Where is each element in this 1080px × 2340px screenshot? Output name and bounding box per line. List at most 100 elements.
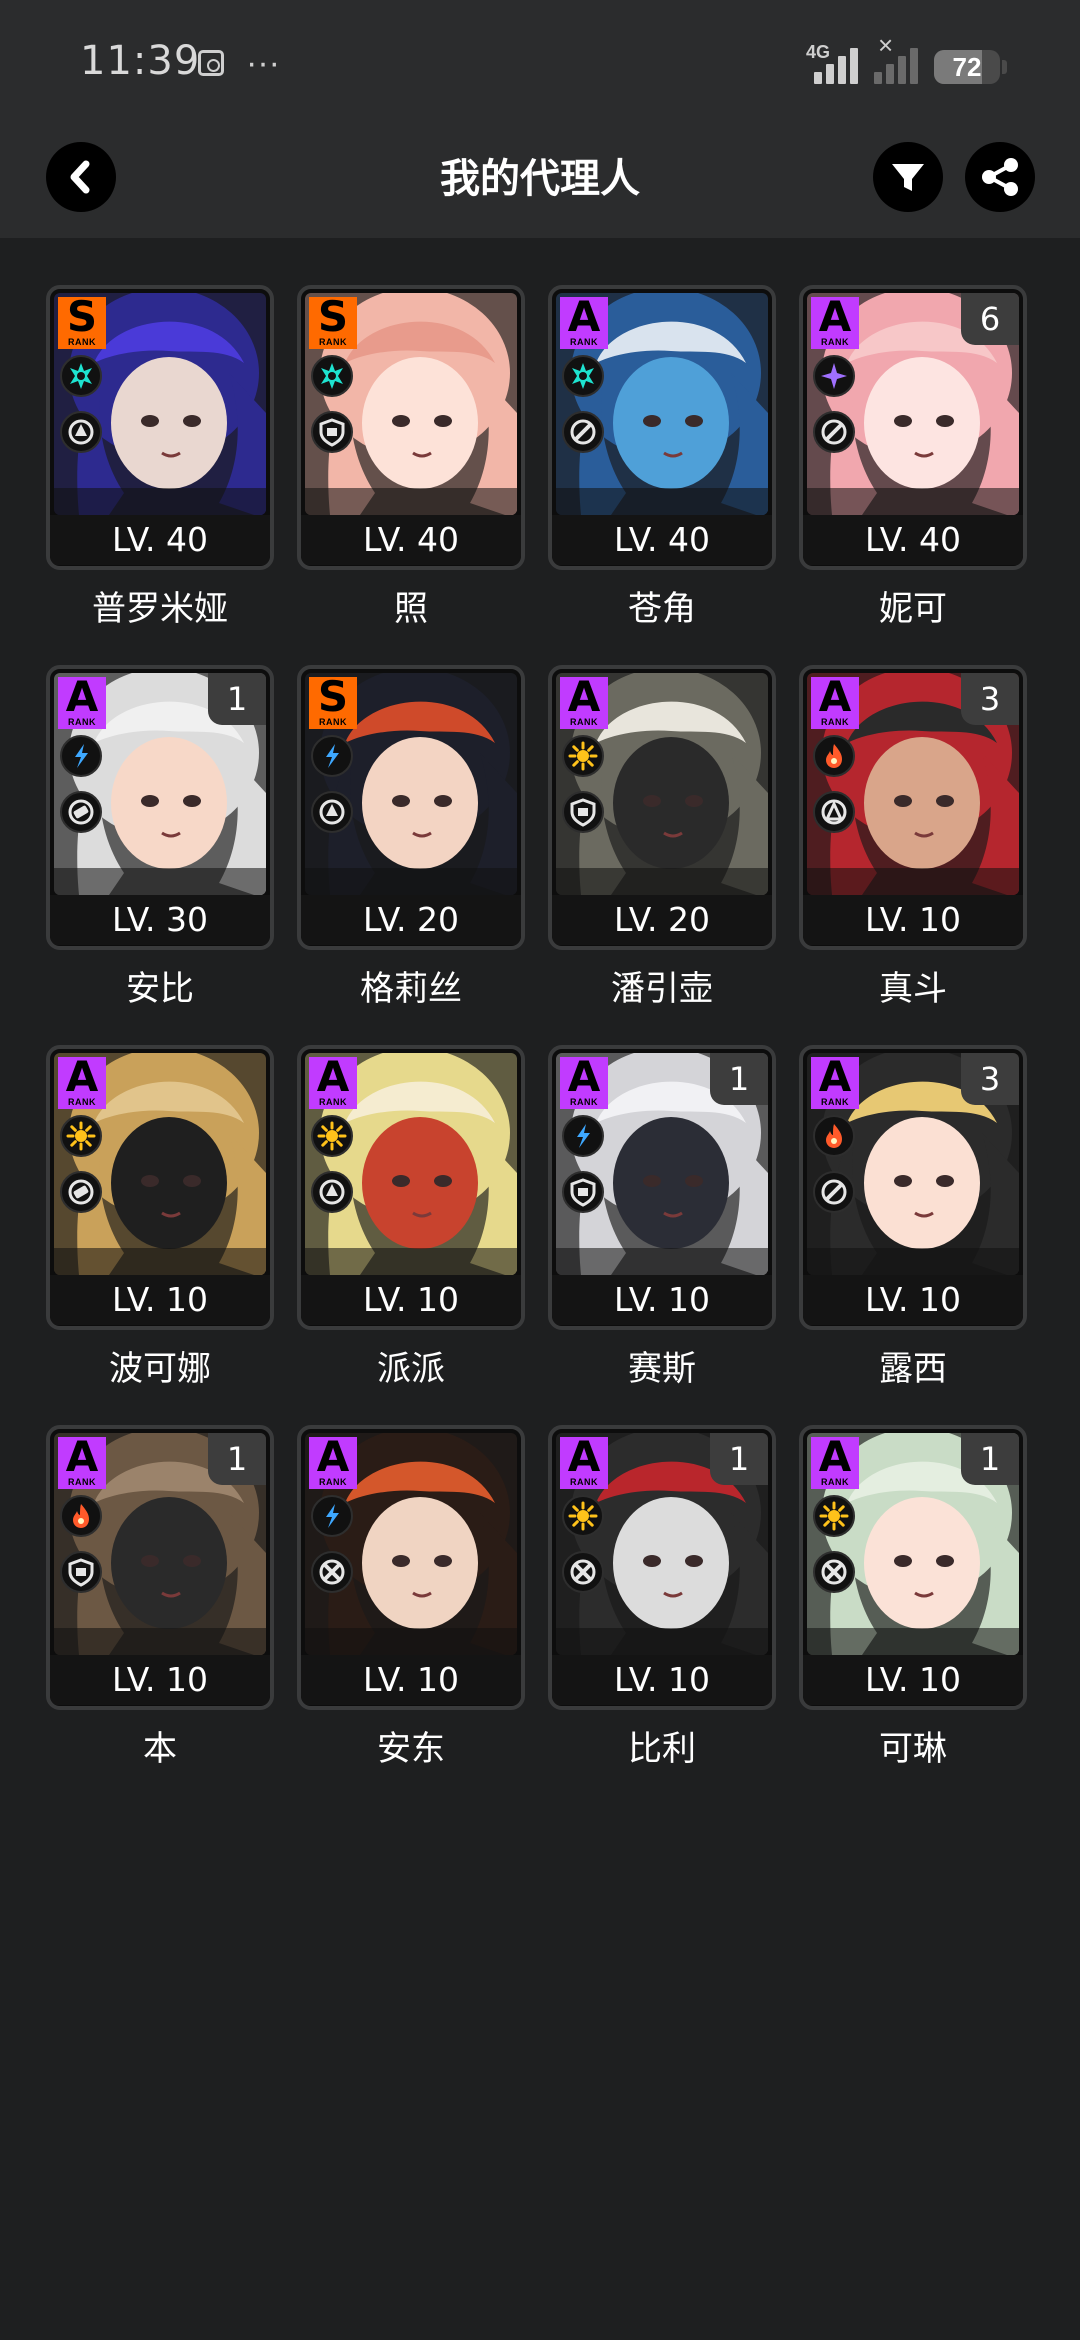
notification-app-icon xyxy=(198,50,224,76)
agent-name: 安东 xyxy=(377,1729,445,1769)
rank-badge-icon: A RANK xyxy=(560,295,608,349)
agent-card[interactable]: S RANK LV. 40 普罗米娅 xyxy=(46,285,274,665)
rank-subtext: RANK xyxy=(570,1097,598,1107)
defense-role-icon xyxy=(562,1171,604,1213)
agent-card[interactable]: A RANK 1 LV. 10 比利 xyxy=(548,1425,776,1805)
agent-name: 赛斯 xyxy=(628,1349,696,1389)
electric-attribute-icon xyxy=(60,735,102,777)
agent-card[interactable]: A RANK LV. 40 苍角 xyxy=(548,285,776,665)
agent-name: 格莉丝 xyxy=(360,969,462,1009)
fire-attribute-icon xyxy=(60,1495,102,1537)
rank-subtext: RANK xyxy=(68,1097,96,1107)
rank-letter: A xyxy=(316,1432,350,1481)
filter-icon xyxy=(892,164,924,191)
agent-card[interactable]: A RANK 1 LV. 10 可琳 xyxy=(799,1425,1027,1805)
anomaly-role-icon xyxy=(311,791,353,833)
rank-badge-icon: A RANK xyxy=(58,1432,106,1489)
agent-name: 露西 xyxy=(879,1349,947,1389)
rank-letter: S xyxy=(66,292,98,341)
share-icon xyxy=(982,158,1018,196)
rank-subtext: RANK xyxy=(68,1477,96,1487)
agent-card-frame: A RANK LV. 10 xyxy=(297,1045,525,1330)
agent-card-frame: A RANK LV. 20 xyxy=(548,665,776,950)
support-role-icon xyxy=(562,411,604,453)
agent-card[interactable]: S RANK LV. 40 照 xyxy=(297,285,525,665)
agent-card[interactable]: A RANK 3 LV. 10 露西 xyxy=(799,1045,1027,1425)
agent-card-frame: A RANK 1 LV. 10 xyxy=(799,1425,1027,1710)
agent-card[interactable]: A RANK 6 LV. 40 妮可 xyxy=(799,285,1027,665)
agent-level: LV. 10 xyxy=(552,1275,772,1325)
agent-level: LV. 20 xyxy=(552,895,772,945)
app-header: 我的代理人 xyxy=(0,130,1080,238)
stun-role-icon xyxy=(60,791,102,833)
rank-subtext: RANK xyxy=(821,337,849,347)
rank-subtext: RANK xyxy=(570,1477,598,1487)
agent-card[interactable]: A RANK 1 LV. 10 本 xyxy=(46,1425,274,1805)
mindscape-count-badge: 1 xyxy=(208,1433,266,1485)
ether-attribute-icon xyxy=(562,355,604,397)
agent-level: LV. 40 xyxy=(803,515,1023,565)
rank-subtext: RANK xyxy=(821,1477,849,1487)
agent-card[interactable]: A RANK LV. 10 安东 xyxy=(297,1425,525,1805)
battery-icon: 72 xyxy=(934,50,1000,84)
electric-attribute-icon xyxy=(311,1495,353,1537)
physical-attribute-icon xyxy=(562,1495,604,1537)
ether-attribute-icon xyxy=(60,355,102,397)
defense-role-icon xyxy=(60,1551,102,1593)
agent-name: 可琳 xyxy=(879,1729,947,1769)
agent-card[interactable]: A RANK LV. 20 潘引壶 xyxy=(548,665,776,1045)
agent-card[interactable]: A RANK 1 LV. 10 赛斯 xyxy=(548,1045,776,1425)
rank-badge-icon: A RANK xyxy=(58,1052,106,1109)
agent-card-frame: S RANK LV. 40 xyxy=(46,285,274,570)
agent-level: LV. 40 xyxy=(301,515,521,565)
rupture-role-icon xyxy=(813,791,855,833)
agent-card[interactable]: A RANK 1 LV. 30 安比 xyxy=(46,665,274,1045)
rank-subtext: RANK xyxy=(319,1477,347,1487)
ether-attribute-icon xyxy=(311,355,353,397)
rank-letter: A xyxy=(567,672,601,721)
defense-role-icon xyxy=(311,411,353,453)
share-button[interactable] xyxy=(965,142,1035,212)
agent-card[interactable]: A RANK LV. 10 派派 xyxy=(297,1045,525,1425)
mindscape-count-badge: 3 xyxy=(961,1053,1019,1105)
attack-role-icon xyxy=(562,1551,604,1593)
rank-letter: A xyxy=(65,672,99,721)
rank-letter: S xyxy=(317,672,349,721)
agent-card-frame: A RANK LV. 40 xyxy=(548,285,776,570)
signal-strength-sim2-icon xyxy=(870,44,928,84)
rank-letter: A xyxy=(567,1052,601,1101)
agent-card-frame: A RANK LV. 10 xyxy=(297,1425,525,1710)
agent-name: 普罗米娅 xyxy=(92,589,228,629)
rank-letter: A xyxy=(567,1432,601,1481)
stun-role-icon xyxy=(60,1171,102,1213)
agent-level: LV. 10 xyxy=(301,1655,521,1705)
agent-level: LV. 30 xyxy=(50,895,270,945)
attack-role-icon xyxy=(311,1551,353,1593)
rank-badge-icon: S RANK xyxy=(58,292,106,349)
agent-card-frame: A RANK 1 LV. 30 xyxy=(46,665,274,950)
rank-badge-icon: S RANK xyxy=(309,295,357,349)
rank-letter: A xyxy=(65,1432,99,1481)
rank-badge-icon: A RANK xyxy=(560,1432,608,1489)
agent-card-frame: A RANK 3 LV. 10 xyxy=(799,1045,1027,1330)
rank-subtext: RANK xyxy=(68,337,96,347)
fire-attribute-icon xyxy=(813,735,855,777)
agent-name: 波可娜 xyxy=(109,1349,211,1389)
filter-button[interactable] xyxy=(873,142,943,212)
rank-subtext: RANK xyxy=(319,1097,347,1107)
agent-card-frame: S RANK LV. 40 xyxy=(297,285,525,570)
rank-letter: A xyxy=(65,1052,99,1101)
agent-card[interactable]: S RANK LV. 20 格莉丝 xyxy=(297,665,525,1045)
rank-subtext: RANK xyxy=(570,717,598,727)
agent-card[interactable]: A RANK LV. 10 波可娜 xyxy=(46,1045,274,1425)
support-role-icon xyxy=(813,411,855,453)
rank-badge-icon: A RANK xyxy=(309,1432,357,1489)
agent-card[interactable]: A RANK 3 LV. 10 真斗 xyxy=(799,665,1027,1045)
support-role-icon xyxy=(813,1171,855,1213)
agent-level: LV. 10 xyxy=(50,1655,270,1705)
signal-strength-icon xyxy=(810,44,868,84)
agent-level: LV. 10 xyxy=(803,895,1023,945)
agent-level: LV. 10 xyxy=(50,1275,270,1325)
rank-subtext: RANK xyxy=(821,1097,849,1107)
mindscape-count-badge: 1 xyxy=(710,1433,768,1485)
